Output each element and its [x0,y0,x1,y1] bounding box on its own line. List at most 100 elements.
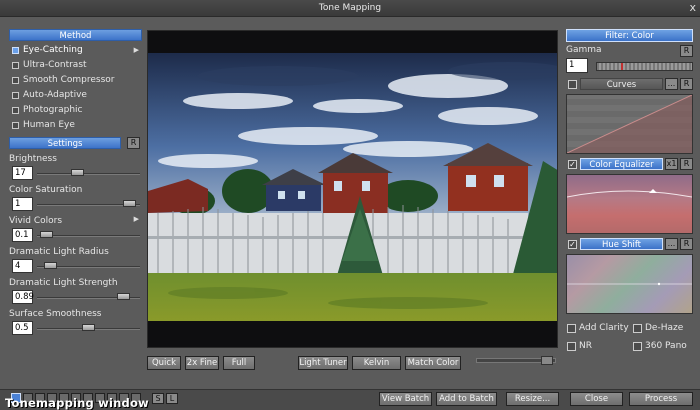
method-label: Ultra-Contrast [23,60,87,70]
quick-button[interactable]: Quick [147,356,181,370]
pano-360-label: 360 Pano [645,341,687,351]
add-to-batch-button[interactable]: Add to Batch [436,392,497,406]
save-preset-button[interactable]: S [152,393,164,404]
title-bar: Tone Mapping x [0,0,700,17]
color-equalizer-scale-button[interactable]: x1 [665,158,678,170]
close-button[interactable]: Close [570,392,623,406]
settings-header: Settings [9,137,121,149]
method-auto-adaptive[interactable]: Auto-Adaptive [9,88,142,103]
brightness-slider-track[interactable] [37,173,140,175]
color-saturation-slider-thumb[interactable] [123,200,137,207]
filter-header[interactable]: Filter: Color [566,29,693,42]
window-title: Tone Mapping [318,3,382,13]
curves-line [567,95,692,153]
brightness-label: Brightness [9,154,57,164]
de-haze-checkbox[interactable]: De-Haze [632,322,683,335]
surface-smoothness-control: 0.5 [9,321,142,336]
surface-smoothness-input[interactable]: 0.5 [12,321,33,335]
radio-icon [12,92,19,99]
preview-image[interactable] [147,30,558,348]
hue-shift-reset-button[interactable]: R [680,238,693,250]
fine-2x-button[interactable]: 2x Fine [185,356,219,370]
zoom-slider-thumb[interactable] [541,356,553,365]
radio-icon [12,47,19,54]
gamma-strip[interactable] [596,62,693,71]
kelvin-button[interactable]: Kelvin [352,356,401,370]
gamma-label-row: Gamma R [566,45,693,57]
checkbox-icon [567,324,576,333]
radio-icon [12,107,19,114]
hue-shift-more-button[interactable]: ... [665,238,678,250]
nr-checkbox[interactable]: NR [566,340,592,353]
brightness-input[interactable]: 17 [12,166,33,180]
load-preset-button[interactable]: L [166,393,178,404]
gamma-reset-button[interactable]: R [680,45,693,57]
dramatic-light-radius-slider-thumb[interactable] [44,262,58,269]
method-list: Eye-Catching ▶ Ultra-Contrast Smooth Com… [9,43,142,133]
window-caption: Tonemapping window [5,396,149,410]
method-label: Smooth Compressor [23,75,115,85]
color-equalizer-checkbox[interactable]: ✓ [568,160,577,169]
surface-smoothness-slider-thumb[interactable] [82,324,95,331]
dramatic-light-strength-input[interactable]: 0.89 [12,290,34,304]
pano-360-checkbox[interactable]: 360 Pano [632,340,687,353]
hue-shift-graph[interactable] [566,254,693,314]
gamma-marker[interactable] [621,63,623,70]
color-saturation-input[interactable]: 1 [12,197,33,211]
checkbox-icon [633,324,642,333]
radio-icon [12,77,19,84]
zoom-slider[interactable] [476,356,556,365]
de-haze-label: De-Haze [645,323,684,333]
method-photographic[interactable]: Photographic [9,103,142,118]
curves-reset-button[interactable]: R [680,78,693,90]
method-ultra-contrast[interactable]: Ultra-Contrast [9,58,142,73]
view-batch-button[interactable]: View Batch [379,392,432,406]
settings-reset-button[interactable]: R [127,137,140,149]
dramatic-light-strength-control: 0.89 [9,290,142,305]
brightness-slider-thumb[interactable] [71,169,85,176]
dramatic-light-radius-input[interactable]: 4 [12,259,33,273]
curves-label[interactable]: Curves [580,78,663,90]
color-equalizer-graph[interactable] [566,174,693,234]
light-tuner-button[interactable]: Light Tuner [298,356,348,370]
color-equalizer-header: ✓ Color Equalizer x1 R [566,158,693,171]
match-color-button[interactable]: Match Color [405,356,461,370]
arrow-right-icon[interactable]: ▶ [134,214,139,224]
equalizer-curve [567,189,692,198]
dramatic-light-strength-slider-thumb[interactable] [117,293,131,300]
method-header: Method [9,29,142,41]
hue-shift-header: ✓ Hue Shift ... R [566,238,693,251]
process-button[interactable]: Process [629,392,693,406]
method-label: Eye-Catching [23,45,83,55]
surface-smoothness-label: Surface Smoothness [9,309,102,319]
color-saturation-control: 1 [9,197,142,212]
curves-graph[interactable] [566,94,693,154]
nr-label: NR [579,341,592,351]
method-human-eye[interactable]: Human Eye [9,118,142,133]
color-equalizer-reset-button[interactable]: R [680,158,693,170]
vivid-colors-control: 0.1 [9,228,142,243]
color-equalizer-label[interactable]: Color Equalizer [580,158,663,170]
method-eye-catching[interactable]: Eye-Catching ▶ [9,43,142,58]
vivid-colors-label: Vivid Colors ▶ [9,214,142,226]
checkbox-icon [633,342,642,351]
dramatic-light-radius-label: Dramatic Light Radius [9,247,109,257]
vivid-colors-input[interactable]: 0.1 [12,228,33,242]
hue-shift-checkbox[interactable]: ✓ [568,240,577,249]
resize-button[interactable]: Resize... [506,392,559,406]
gamma-input[interactable]: 1 [566,58,588,73]
vivid-colors-slider-thumb[interactable] [39,231,53,238]
curves-checkbox[interactable] [568,80,577,89]
add-clarity-checkbox[interactable]: Add Clarity [566,322,629,335]
method-label: Photographic [23,105,83,115]
checkbox-icon [567,342,576,351]
curves-more-button[interactable]: ... [665,78,678,90]
radio-icon [12,62,19,69]
full-button[interactable]: Full [223,356,255,370]
right-panel: Filter: Color Gamma R 1 Curves ... R ✓ C… [566,29,693,356]
method-smooth-compressor[interactable]: Smooth Compressor [9,73,142,88]
hue-shift-label[interactable]: Hue Shift [580,238,663,250]
arrow-right-icon[interactable]: ▶ [134,43,139,58]
close-icon[interactable]: x [689,0,696,15]
color-saturation-label: Color Saturation [9,185,83,195]
